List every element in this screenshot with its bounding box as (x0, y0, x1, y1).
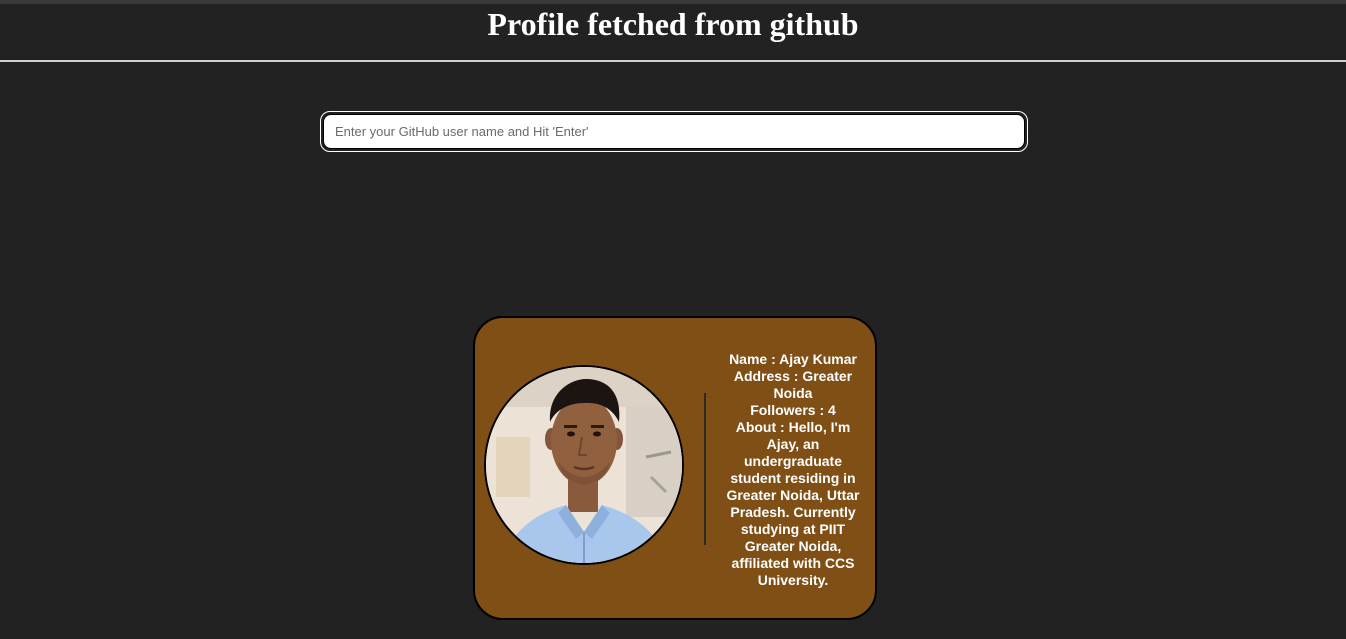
profile-card: Name : Ajay Kumar Address : Greater Noid… (473, 316, 877, 620)
github-username-input[interactable] (323, 114, 1025, 149)
profile-avatar (484, 365, 684, 565)
search-field-frame (320, 111, 1028, 152)
page-title: Profile fetched from github (487, 6, 859, 42)
card-divider (704, 393, 706, 545)
profile-followers: Followers : 4 (750, 402, 836, 418)
avatar-photo-illustration (486, 367, 682, 563)
profile-info: Name : Ajay Kumar Address : Greater Noid… (721, 351, 865, 589)
page-header: Profile fetched from github (0, 4, 1346, 62)
profile-about: About : Hello, I'm Ajay, an undergraduat… (726, 419, 860, 588)
profile-address: Address : Greater Noida (733, 368, 853, 401)
profile-name: Name : Ajay Kumar (729, 351, 857, 367)
